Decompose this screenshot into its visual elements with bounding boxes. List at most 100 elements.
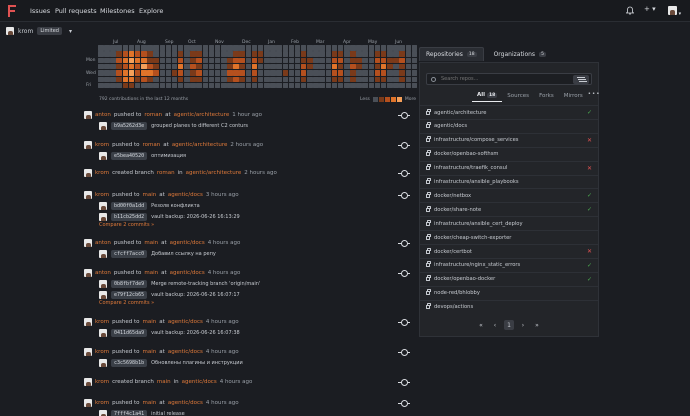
heatmap-cell[interactable] xyxy=(344,63,350,70)
heatmap-cell[interactable] xyxy=(399,45,405,51)
heatmap-cell[interactable] xyxy=(288,45,295,51)
heatmap-cell[interactable] xyxy=(190,45,196,51)
heatmap-cell[interactable] xyxy=(147,45,153,51)
heatmap-cell[interactable] xyxy=(387,82,393,89)
user-menu[interactable]: ▾ xyxy=(668,6,681,17)
heatmap-cell[interactable] xyxy=(165,45,172,51)
repo-link[interactable]: agentic/docs xyxy=(182,379,217,385)
heatmap-cell[interactable] xyxy=(399,70,405,76)
heatmap-cell[interactable] xyxy=(380,82,387,89)
heatmap-cell[interactable] xyxy=(374,51,381,57)
heatmap-cell[interactable] xyxy=(282,82,288,89)
branch-link[interactable]: main xyxy=(143,400,157,406)
heatmap-cell[interactable] xyxy=(110,63,116,70)
heatmap-cell[interactable] xyxy=(405,70,411,76)
heatmap-cell[interactable] xyxy=(307,70,313,76)
heatmap-cell[interactable] xyxy=(374,63,381,70)
repo-row[interactable]: infrastructure/nginx_static_errors ✓ xyxy=(420,257,598,272)
heatmap-cell[interactable] xyxy=(356,70,362,76)
heatmap-cell[interactable] xyxy=(153,51,159,57)
heatmap-cell[interactable] xyxy=(368,82,375,89)
heatmap-cell[interactable] xyxy=(159,70,165,76)
heatmap-cell[interactable] xyxy=(331,45,338,51)
heatmap-cell[interactable] xyxy=(98,57,104,64)
heatmap-cell[interactable] xyxy=(313,82,319,89)
heatmap-cell[interactable] xyxy=(411,45,418,51)
heatmap-cell[interactable] xyxy=(300,57,307,64)
heatmap-cell[interactable] xyxy=(104,45,110,51)
heatmap-cell[interactable] xyxy=(288,70,295,76)
heatmap-cell[interactable] xyxy=(399,76,405,82)
repo-row[interactable]: docker/openbao-docker ✓ xyxy=(420,271,598,286)
heatmap-cell[interactable] xyxy=(104,70,110,76)
heatmap-cell[interactable] xyxy=(270,70,276,76)
heatmap-cell[interactable] xyxy=(288,82,295,89)
heatmap-cell[interactable] xyxy=(393,82,399,89)
heatmap-cell[interactable] xyxy=(313,51,319,57)
heatmap-cell[interactable] xyxy=(116,70,122,76)
heatmap-cell[interactable] xyxy=(128,45,135,51)
heatmap-cell[interactable] xyxy=(208,70,215,76)
repo-link[interactable]: agentic/architecture xyxy=(186,170,242,176)
heatmap-cell[interactable] xyxy=(325,76,332,82)
heatmap-cell[interactable] xyxy=(350,63,356,70)
heatmap-cell[interactable] xyxy=(116,76,122,82)
branch-link[interactable]: main xyxy=(144,270,158,276)
heatmap-cell[interactable] xyxy=(171,45,178,51)
repo-link[interactable]: agentic/docs xyxy=(170,240,205,246)
heatmap-cell[interactable] xyxy=(196,57,202,64)
heatmap-cell[interactable] xyxy=(177,63,184,70)
heatmap-cell[interactable] xyxy=(159,82,165,89)
heatmap-cell[interactable] xyxy=(276,70,282,76)
heatmap-cell[interactable] xyxy=(251,51,258,57)
heatmap-cell[interactable] xyxy=(184,70,190,76)
heatmap-cell[interactable] xyxy=(110,76,116,82)
heatmap-cell[interactable] xyxy=(251,57,258,64)
heatmap-cell[interactable] xyxy=(270,45,276,51)
heatmap-cell[interactable] xyxy=(319,70,325,76)
heatmap-cell[interactable] xyxy=(380,57,387,64)
actor-link[interactable]: krom xyxy=(95,319,109,325)
heatmap-cell[interactable] xyxy=(165,82,172,89)
filter-sources[interactable]: Sources xyxy=(502,91,534,102)
heatmap-cell[interactable] xyxy=(405,82,411,89)
heatmap-cell[interactable] xyxy=(159,57,165,64)
heatmap-cell[interactable] xyxy=(387,70,393,76)
heatmap-cell[interactable] xyxy=(387,63,393,70)
heatmap-cell[interactable] xyxy=(319,51,325,57)
heatmap-cell[interactable] xyxy=(221,51,227,57)
heatmap-cell[interactable] xyxy=(325,70,332,76)
heatmap-cell[interactable] xyxy=(116,45,122,51)
heatmap-cell[interactable] xyxy=(184,63,190,70)
heatmap-cell[interactable] xyxy=(319,57,325,64)
commit-sha-link[interactable]: 7fff4c1a41 xyxy=(111,409,148,416)
heatmap-cell[interactable] xyxy=(110,45,116,51)
heatmap-cell[interactable] xyxy=(337,51,344,57)
heatmap-cell[interactable] xyxy=(134,51,141,57)
branch-link[interactable]: roman xyxy=(144,112,162,118)
actor-link[interactable]: krom xyxy=(95,142,109,148)
heatmap-cell[interactable] xyxy=(356,76,362,82)
heatmap-cell[interactable] xyxy=(294,45,301,51)
heatmap-cell[interactable] xyxy=(214,70,221,76)
heatmap-cell[interactable] xyxy=(374,70,381,76)
heatmap-cell[interactable] xyxy=(239,82,245,89)
compare-link[interactable]: Compare 2 commits » xyxy=(99,222,416,231)
heatmap-cell[interactable] xyxy=(128,63,135,70)
heatmap-cell[interactable] xyxy=(221,45,227,51)
heatmap-cell[interactable] xyxy=(177,45,184,51)
branch-link[interactable]: main xyxy=(143,349,157,355)
heatmap-cell[interactable] xyxy=(393,57,399,64)
branch-link[interactable]: main xyxy=(144,240,158,246)
heatmap-cell[interactable] xyxy=(221,57,227,64)
filter-all[interactable]: All 18 xyxy=(472,91,503,102)
heatmap-cell[interactable] xyxy=(257,63,264,70)
heatmap-cell[interactable] xyxy=(405,45,411,51)
heatmap-cell[interactable] xyxy=(196,45,202,51)
heatmap-cell[interactable] xyxy=(239,45,245,51)
heatmap-cell[interactable] xyxy=(134,82,141,89)
heatmap-cell[interactable] xyxy=(98,63,104,70)
heatmap-cell[interactable] xyxy=(307,51,313,57)
heatmap-cell[interactable] xyxy=(159,45,165,51)
tab-repositories[interactable]: Repositories 18 xyxy=(419,47,484,61)
